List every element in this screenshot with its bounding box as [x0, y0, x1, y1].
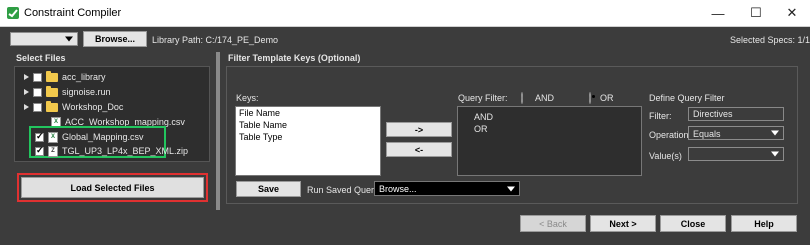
- chevron-down-icon: [65, 36, 73, 42]
- selected-specs-label: Selected Specs: 1/1: [730, 35, 810, 45]
- keys-label: Keys:: [236, 93, 259, 103]
- expand-arrow-icon[interactable]: [24, 74, 29, 80]
- window-title: Constraint Compiler: [24, 7, 122, 19]
- list-item[interactable]: OR: [458, 123, 641, 135]
- browse-button[interactable]: Browse...: [83, 31, 147, 47]
- list-item[interactable]: Table Name: [236, 119, 380, 131]
- checkbox[interactable]: [35, 131, 44, 142]
- values-label: Value(s): [649, 151, 682, 161]
- chevron-down-icon: [771, 130, 779, 136]
- list-item[interactable]: Table Type: [236, 131, 380, 143]
- folder-icon: [46, 70, 58, 82]
- query-filter-label: Query Filter:: [458, 93, 508, 103]
- define-query-heading: Define Query Filter: [649, 93, 725, 103]
- or-radio[interactable]: [589, 92, 591, 104]
- tree-item-label: signoise.run: [62, 87, 111, 97]
- save-button[interactable]: Save: [236, 181, 301, 197]
- query-list[interactable]: AND OR: [457, 106, 642, 176]
- close-icon[interactable]: ✕: [778, 3, 806, 23]
- filter-field[interactable]: Directives: [688, 107, 784, 121]
- splitter[interactable]: [216, 52, 220, 210]
- list-item[interactable]: File Name: [236, 107, 380, 119]
- checkbox[interactable]: [35, 145, 44, 156]
- or-radio-label: OR: [600, 93, 614, 103]
- tree-item-label: Global_Mapping.csv: [62, 132, 144, 142]
- tree-item-signoise-run[interactable]: signoise.run: [24, 85, 111, 98]
- title-bar: Constraint Compiler — ☐ ✕: [0, 0, 810, 27]
- folder-icon: [46, 100, 58, 112]
- help-button[interactable]: Help: [731, 215, 797, 232]
- library-select[interactable]: [10, 32, 78, 46]
- csv-file-icon: X: [48, 131, 58, 143]
- add-key-button[interactable]: ->: [386, 122, 452, 137]
- back-button[interactable]: < Back: [520, 215, 586, 232]
- operation-value: Equals: [693, 129, 721, 139]
- next-button[interactable]: Next >: [590, 215, 656, 232]
- remove-key-button[interactable]: <-: [386, 142, 452, 157]
- library-path-label: Library Path: C:/174_PE_Demo: [152, 35, 279, 45]
- tree-item-global-mapping[interactable]: X Global_Mapping.csv: [35, 131, 144, 143]
- expand-arrow-icon[interactable]: [24, 104, 29, 110]
- run-saved-query-select[interactable]: Browse...: [374, 181, 520, 196]
- operation-select[interactable]: Equals: [688, 126, 784, 140]
- operation-label: Operation: [649, 130, 689, 140]
- filter-label: Filter:: [649, 111, 672, 121]
- checkbox[interactable]: [33, 72, 42, 82]
- load-selected-files-button[interactable]: Load Selected Files: [21, 177, 204, 198]
- list-item[interactable]: AND: [458, 111, 641, 123]
- tree-item-workshop-doc[interactable]: Workshop_Doc: [24, 100, 124, 113]
- expand-arrow-icon[interactable]: [24, 89, 29, 95]
- checkbox[interactable]: [33, 87, 42, 97]
- minimize-icon[interactable]: —: [704, 3, 732, 23]
- tree-item-label: Workshop_Doc: [62, 102, 124, 112]
- zip-file-icon: Z: [48, 145, 58, 157]
- chevron-down-icon: [507, 186, 515, 191]
- filter-heading: Filter Template Keys (Optional): [228, 53, 361, 63]
- and-radio-label: AND: [535, 93, 555, 103]
- tree-item-label: acc_library: [62, 72, 106, 82]
- select-files-heading: Select Files: [16, 53, 66, 63]
- and-radio[interactable]: [521, 92, 523, 104]
- folder-icon: [46, 85, 58, 97]
- run-saved-query-label: Run Saved Query:: [307, 185, 382, 195]
- maximize-icon[interactable]: ☐: [742, 3, 770, 23]
- app-icon: [7, 7, 19, 19]
- values-select[interactable]: [688, 147, 784, 161]
- checkbox[interactable]: [33, 102, 42, 112]
- tree-item-tgl-zip[interactable]: Z TGL_UP3_LP4x_BEP_XML.zip: [35, 145, 188, 157]
- tree-item-acc-library[interactable]: acc_library: [24, 70, 106, 83]
- tree-item-label: TGL_UP3_LP4x_BEP_XML.zip: [62, 146, 189, 156]
- chevron-down-icon: [771, 151, 779, 157]
- run-saved-query-value: Browse...: [379, 184, 417, 194]
- close-button[interactable]: Close: [660, 215, 726, 232]
- keys-list[interactable]: File Name Table Name Table Type: [235, 106, 381, 176]
